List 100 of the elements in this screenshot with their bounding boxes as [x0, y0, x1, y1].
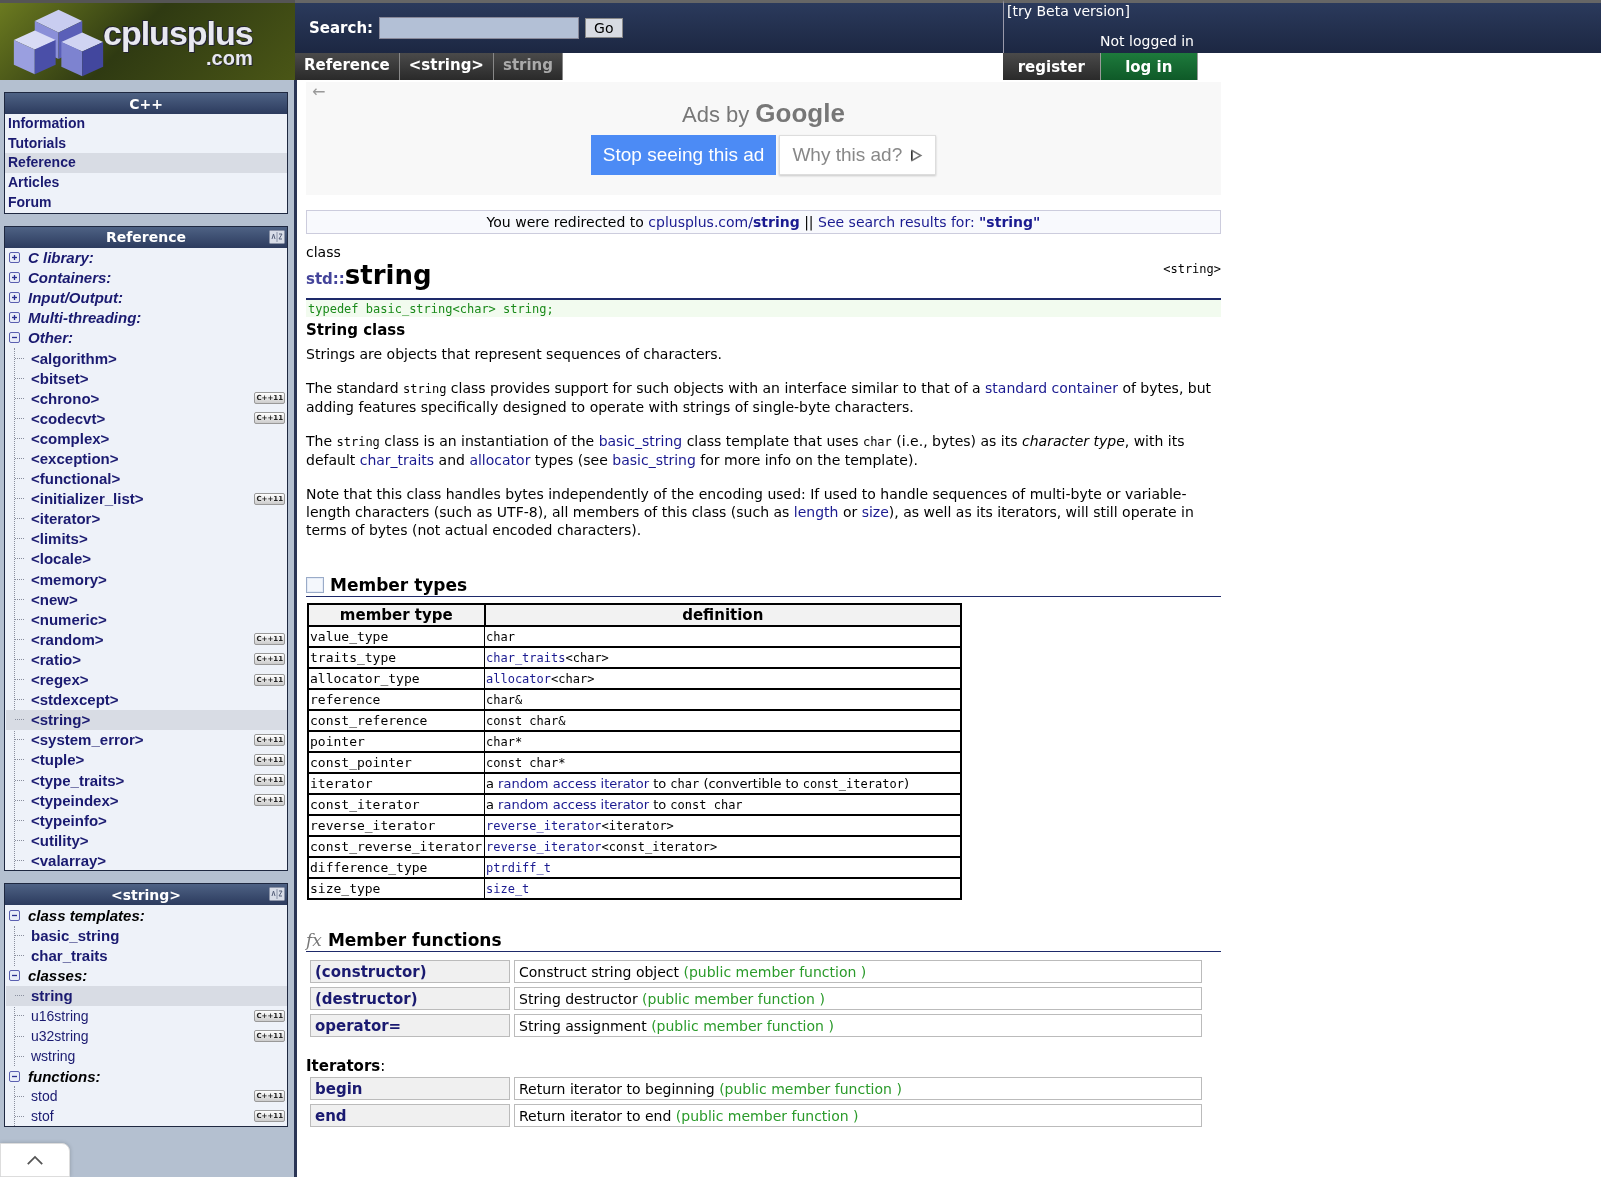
sort-icon[interactable] [269, 887, 285, 902]
link[interactable]: ptrdiff_t [486, 861, 552, 875]
tree-item[interactable]: <exception> [31, 450, 287, 467]
tree-item[interactable]: <ratio> [31, 650, 255, 668]
search-field[interactable] [379, 17, 580, 39]
table-cell: traits_type [308, 647, 485, 668]
tree-item[interactable]: <locale> [31, 550, 287, 568]
nav-item[interactable]: Articles [5, 173, 287, 193]
table-cell: pointer [308, 731, 485, 752]
link[interactable]: random access iterator [498, 797, 649, 812]
table-icon [306, 577, 324, 593]
table-cell: const_iterator [308, 794, 485, 815]
expand-icon[interactable] [9, 272, 20, 284]
link[interactable]: basic_string [612, 452, 696, 468]
table-cell: Return iterator to beginning (public member function ) [514, 1077, 1202, 1100]
tree-item[interactable]: <chrono> [31, 389, 255, 407]
declaration: typedef basic_string<char> string; [306, 300, 1221, 317]
tree-item[interactable]: <system_error> [31, 731, 255, 749]
expand-icon[interactable] [9, 312, 20, 324]
nav-item[interactable]: Forum [5, 192, 287, 213]
site-logo[interactable]: cplusplus .com [0, 0, 295, 80]
search-label: Search: [309, 19, 374, 37]
tree-item[interactable]: <iterator> [31, 510, 287, 528]
tree-item[interactable]: <numeric> [31, 610, 287, 628]
tree-group[interactable]: Containers: [28, 269, 112, 287]
link[interactable]: char_traits [486, 651, 566, 665]
tree-item[interactable]: <initializer_list> [31, 490, 255, 508]
tree-item[interactable]: <stdexcept> [31, 691, 287, 709]
page-title: std::string [306, 260, 432, 292]
link[interactable]: reverse_iterator [486, 840, 602, 854]
subtitle: String class [306, 321, 407, 339]
link[interactable]: char_traits [359, 452, 435, 468]
link[interactable]: reverse_iterator [486, 819, 602, 833]
table-cell: String destructor (public member function ) [514, 987, 1202, 1010]
expand-icon[interactable] [9, 292, 20, 304]
breadcrumb[interactable]: <string> [399, 53, 494, 80]
sort-icon[interactable] [269, 229, 285, 244]
tree-item[interactable]: <limits> [31, 530, 287, 548]
table-cell: const_reverse_iterator [308, 836, 485, 857]
function-link[interactable]: end [315, 1107, 347, 1125]
tree-item[interactable]: <tuple> [31, 751, 255, 769]
link[interactable]: length [793, 504, 839, 520]
tree-item[interactable]: u32string [31, 1028, 255, 1045]
expand-icon[interactable] [9, 252, 20, 264]
tree-item[interactable]: <typeinfo> [31, 811, 287, 829]
tree-group[interactable]: Input/Output: [28, 289, 123, 307]
tree-item[interactable]: basic_string [31, 927, 287, 945]
tree-group[interactable]: Multi-threading: [28, 309, 142, 327]
why-ad-button[interactable]: Why this ad? [779, 135, 937, 175]
tree-item[interactable]: <valarray> [31, 851, 287, 869]
tree-item[interactable]: <bitset> [31, 369, 287, 387]
login-button[interactable]: log in [1100, 53, 1198, 80]
tree-item[interactable]: <type_traits> [31, 771, 255, 789]
tree-item[interactable]: <utility> [31, 831, 287, 849]
breadcrumb[interactable]: string [493, 53, 563, 80]
link[interactable]: basic_string [598, 433, 683, 449]
link[interactable]: cplusplus.com/string [648, 214, 800, 230]
tree-group[interactable]: C library: [28, 249, 94, 267]
beta-link[interactable]: [try Beta version] [1007, 3, 1194, 19]
tree-item[interactable]: u16string [31, 1007, 255, 1024]
nav-item[interactable]: Tutorials [5, 133, 287, 154]
go-button[interactable]: Go [585, 18, 623, 38]
breadcrumb[interactable]: Reference [295, 53, 400, 80]
tree-item[interactable]: <typeindex> [31, 791, 255, 809]
tree-group[interactable]: Other: [28, 329, 73, 347]
link[interactable]: See search results for: "string" [818, 214, 1041, 230]
link[interactable]: allocator [469, 452, 531, 468]
collapse-icon[interactable] [9, 332, 20, 344]
nav-item[interactable]: Information [5, 114, 287, 134]
function-link[interactable]: begin [315, 1080, 363, 1098]
tree-group[interactable]: classes: [28, 967, 88, 985]
tree-item[interactable]: stof [31, 1108, 255, 1125]
tree-item[interactable]: stod [31, 1088, 255, 1105]
tree-item[interactable]: wstring [31, 1048, 287, 1065]
tree-item[interactable]: <memory> [31, 570, 287, 588]
nav-item[interactable]: Reference [5, 153, 287, 174]
collapse-icon[interactable] [9, 1070, 20, 1082]
link[interactable]: standard container [985, 380, 1118, 396]
entity-kind: class [306, 244, 342, 260]
ad-info-icon [910, 148, 924, 162]
column-header: member type [308, 604, 485, 626]
tree-item[interactable]: char_traits [31, 947, 287, 965]
collapse-icon[interactable] [9, 970, 20, 982]
tree-item[interactable]: <codecvt> [31, 409, 255, 427]
panel-title: <string> [110, 886, 182, 903]
link[interactable]: allocator [486, 672, 552, 686]
tree-item[interactable]: <complex> [31, 429, 287, 447]
link[interactable]: random access iterator [498, 776, 649, 791]
tree-group[interactable]: class templates: [28, 906, 145, 924]
table-cell: const_pointer [308, 752, 485, 773]
collapse-icon[interactable] [9, 909, 20, 921]
tree-item[interactable]: <regex> [31, 671, 255, 689]
tree-item[interactable]: <functional> [31, 470, 287, 488]
tree-item[interactable]: <random> [31, 630, 255, 648]
tree-item[interactable]: <algorithm> [31, 349, 287, 367]
tree-item[interactable]: <new> [31, 590, 287, 608]
register-button[interactable]: register [1003, 53, 1101, 80]
link[interactable]: size [861, 504, 889, 520]
tree-group[interactable]: functions: [28, 1067, 101, 1085]
link[interactable]: size_t [486, 882, 530, 896]
